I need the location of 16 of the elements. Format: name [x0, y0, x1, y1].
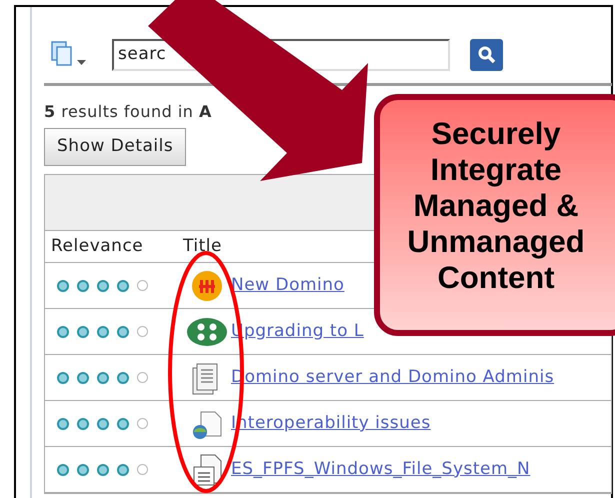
result-link[interactable]: New Domino — [231, 272, 344, 298]
dots-badge-icon — [186, 316, 228, 346]
column-header: Title — [183, 234, 222, 258]
column-header: Relevance — [51, 234, 144, 258]
callout-text: Securely — [430, 116, 562, 152]
document-icon — [191, 452, 223, 486]
callout-text: Content — [436, 260, 556, 296]
callout-text: Unmanaged — [406, 224, 586, 260]
results-summary: 5 results found in A — [44, 101, 213, 123]
callout-text: Integrate — [430, 152, 562, 188]
show-details-button[interactable]: Show Details — [44, 128, 186, 166]
result-link[interactable]: ES_FPFS_Windows_File_System_N — [231, 456, 530, 482]
search-icon — [476, 45, 496, 65]
search-button[interactable] — [470, 39, 503, 71]
bars-badge-icon — [191, 270, 223, 302]
callout-text: Managed & — [412, 188, 580, 224]
